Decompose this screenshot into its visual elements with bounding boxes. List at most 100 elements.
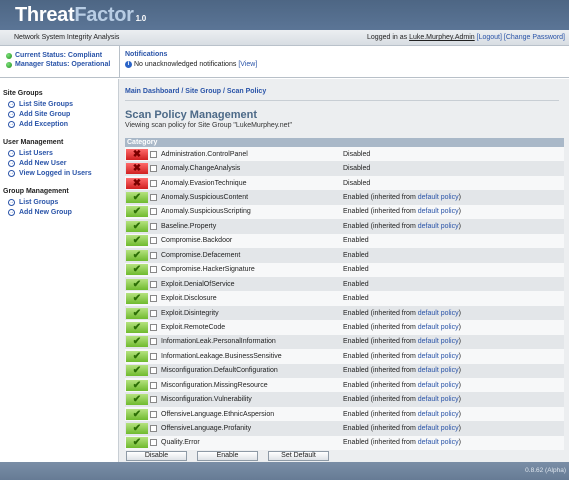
table-row[interactable]: ✔ Exploit.RemoteCode Enabled (inherited fr… (125, 320, 564, 335)
circle-arrow-icon: → (8, 208, 15, 216)
info-icon: i (125, 61, 132, 68)
category-name: Anomaly.ChangeAnalysis (161, 165, 241, 173)
row-checkbox[interactable] (150, 381, 157, 389)
default-policy-link[interactable]: default policy (418, 396, 459, 403)
checkmark-icon: ✔ (126, 423, 148, 435)
table-row[interactable]: ✖ Anomaly.ChangeAnalysis Disabled (125, 161, 564, 176)
sidebar-item[interactable]: → Add Site Group (0, 109, 118, 119)
category-name: Misconfiguration.DefaultConfiguration (161, 367, 278, 375)
breadcrumb-link[interactable]: Scan Policy (227, 88, 266, 95)
row-checkbox[interactable] (150, 194, 157, 202)
table-row[interactable]: ✔ InformationLeakage.BusinessSensitive Ena… (125, 349, 564, 364)
default-policy-link[interactable]: default policy (418, 382, 459, 389)
table-row[interactable]: ✔ Misconfiguration.DefaultConfiguration En… (125, 363, 564, 378)
change-password-link[interactable]: [Change Password] (504, 34, 565, 41)
table-row[interactable]: ✖ Anomaly.EvasionTechnique Disabled (125, 175, 564, 191)
table-row[interactable]: ✔ Anomaly.SuspiciousContent Enabled (inher… (125, 190, 564, 205)
table-row[interactable]: ✔ InformationLeak.PersonalInformation Enab… (125, 334, 564, 350)
row-checkbox[interactable] (150, 266, 157, 274)
row-checkbox[interactable] (150, 309, 157, 317)
app-logo: ThreatFactor 1.0 (15, 4, 569, 30)
set-default-button[interactable]: Set Default (268, 451, 329, 462)
table-row[interactable]: ✔ Exploit.Disclosure Enabled (125, 291, 564, 306)
table-row[interactable]: ✔ Compromise.Backdoor Enabled (125, 233, 564, 249)
category-status: Enabled (inherited from default policy) (343, 349, 564, 363)
disable-button[interactable]: Disable (126, 451, 187, 462)
table-row[interactable]: ✔ OffensiveLanguage.EthnicAspersion Enable… (125, 406, 564, 422)
table-row[interactable]: ✖ Administration.ControlPanel Disabled (125, 147, 564, 162)
username-link[interactable]: Luke.Murphey.Admin (409, 34, 475, 41)
session-links: Logged in as Luke.Murphey.Admin [Logout]… (367, 34, 565, 41)
row-checkbox[interactable] (150, 425, 157, 433)
sidebar-item[interactable]: → Add New User (0, 158, 118, 168)
row-checkbox[interactable] (150, 338, 157, 346)
table-row[interactable]: ✔ Exploit.Disintegrity Enabled (inherited … (125, 305, 564, 321)
sidebar-item[interactable]: → List Users (0, 148, 118, 158)
default-policy-link[interactable]: default policy (418, 353, 459, 360)
row-checkbox[interactable] (150, 352, 157, 360)
table-row[interactable]: ✔ Misconfiguration.MissingResource Enabled… (125, 378, 564, 393)
category-status: Enabled (inherited from default policy) (343, 436, 564, 450)
category-status: Enabled (343, 277, 564, 291)
breadcrumb-link[interactable]: Site Group (185, 88, 221, 95)
sidebar-item-label: List Users (19, 149, 53, 157)
row-checkbox[interactable] (150, 237, 157, 245)
checkbox-cell (148, 176, 160, 190)
row-checkbox[interactable] (150, 179, 157, 187)
inherited-prefix: (inherited from (370, 396, 416, 404)
row-checkbox[interactable] (150, 323, 157, 331)
default-policy-link[interactable]: default policy (418, 194, 459, 201)
red-x-icon: ✖ (126, 148, 148, 160)
table-row[interactable]: ✔ Exploit.DenialOfService Enabled (125, 276, 564, 292)
inherited-suffix: ) (458, 410, 461, 418)
status-text: Enabled (343, 367, 369, 375)
sidebar-item[interactable]: → Add New Group (0, 207, 118, 217)
row-checkbox[interactable] (150, 280, 157, 288)
table-row[interactable]: ✔ Baseline.Property Enabled (inherited fro… (125, 219, 564, 234)
row-checkbox[interactable] (150, 396, 157, 404)
default-policy-link[interactable]: default policy (418, 223, 459, 230)
sidebar-item[interactable]: → Add Exception (0, 119, 118, 129)
category-name: Compromise.HackerSignature (161, 266, 255, 274)
default-policy-link[interactable]: default policy (418, 439, 459, 446)
sidebar-item[interactable]: → View Logged in Users (0, 168, 118, 178)
default-policy-link[interactable]: default policy (418, 310, 459, 317)
current-status[interactable]: Current Status: Compliant (6, 51, 119, 60)
checkmark-icon: ✔ (126, 437, 148, 449)
manager-status[interactable]: Manager Status: Operational (6, 60, 119, 69)
table-row[interactable]: ✔ Misconfiguration.Vulnerability Enabled (… (125, 392, 564, 407)
row-checkbox[interactable] (150, 295, 157, 303)
sidebar-group: Site Groups → List Site Groups → Add Site Gr… (0, 89, 118, 129)
default-policy-link[interactable]: default policy (418, 208, 459, 215)
row-checkbox[interactable] (150, 439, 157, 447)
table-row[interactable]: ✔ Anomaly.SuspiciousScripting Enabled (inh… (125, 204, 564, 220)
row-checkbox[interactable] (150, 367, 157, 375)
breadcrumb-link[interactable]: Main Dashboard (125, 88, 179, 95)
logout-link[interactable]: [Logout] (477, 34, 502, 41)
table-row[interactable]: ✔ Compromise.HackerSignature Enabled (125, 262, 564, 277)
sidebar-group-title: Group Management (3, 188, 69, 195)
row-checkbox[interactable] (150, 165, 157, 173)
table-header-category: Category (125, 138, 564, 147)
notifications-view-link[interactable]: [View] (238, 61, 257, 68)
sidebar-item[interactable]: → List Site Groups (0, 99, 118, 109)
default-policy-link[interactable]: default policy (418, 411, 459, 418)
enable-button[interactable]: Enable (197, 451, 258, 462)
row-checkbox[interactable] (150, 410, 157, 418)
default-policy-link[interactable]: default policy (418, 367, 459, 374)
category-name: OffensiveLanguage.EthnicAspersion (161, 410, 275, 418)
table-row[interactable]: ✔ Compromise.Defacement Enabled (125, 248, 564, 263)
table-row[interactable]: ✔ Quality.Error Enabled (inherited from de… (125, 435, 564, 451)
row-checkbox[interactable] (150, 150, 157, 158)
default-policy-link[interactable]: default policy (418, 338, 459, 345)
sidebar-item[interactable]: → List Groups (0, 197, 118, 207)
table-row[interactable]: ✔ OffensiveLanguage.Profanity Enabled (inh… (125, 421, 564, 436)
default-policy-link[interactable]: default policy (418, 425, 459, 432)
default-policy-link[interactable]: default policy (418, 324, 459, 331)
status-icon-cell: ✔ (125, 248, 148, 262)
row-checkbox[interactable] (150, 251, 157, 259)
row-checkbox[interactable] (150, 222, 157, 230)
circle-arrow-icon: → (8, 100, 15, 108)
inherited-prefix: (inherited from (370, 208, 416, 216)
row-checkbox[interactable] (150, 208, 157, 216)
